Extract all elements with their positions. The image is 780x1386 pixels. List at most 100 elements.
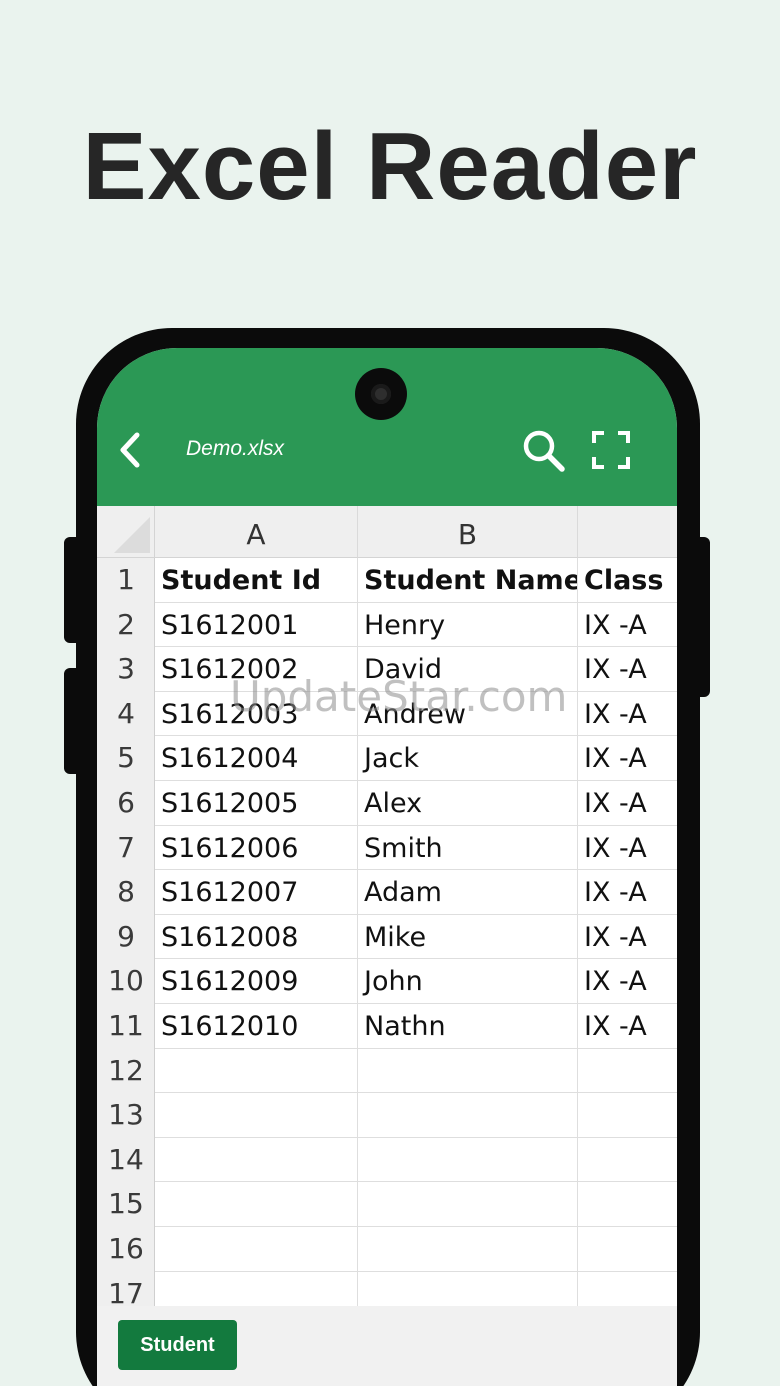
table-row: 9 S1612008 Mike IX -A bbox=[97, 914, 677, 960]
table-cell[interactable]: IX -A bbox=[578, 826, 677, 871]
table-row: 11 S1612010 Nathn IX -A bbox=[97, 1004, 677, 1049]
chevron-left-icon bbox=[120, 432, 140, 468]
table-cell[interactable] bbox=[358, 1093, 578, 1138]
row-number[interactable]: 9 bbox=[97, 915, 155, 960]
table-cell[interactable] bbox=[358, 1048, 578, 1094]
table-row: 1 Student Id Student Name Class bbox=[97, 558, 677, 603]
table-cell[interactable]: IX -A bbox=[578, 959, 677, 1004]
row-number[interactable]: 2 bbox=[97, 603, 155, 648]
table-row: 10 S1612009 John IX -A bbox=[97, 959, 677, 1004]
table-cell[interactable]: S1612008 bbox=[155, 914, 358, 960]
row-number[interactable]: 3 bbox=[97, 647, 155, 692]
sheet-tab-bar: Student bbox=[97, 1306, 677, 1386]
table-cell[interactable]: Alex bbox=[358, 781, 578, 826]
row-number[interactable]: 17 bbox=[97, 1272, 155, 1306]
table-cell[interactable] bbox=[155, 1137, 358, 1183]
row-number[interactable]: 4 bbox=[97, 692, 155, 737]
table-cell[interactable] bbox=[578, 1182, 677, 1227]
table-cell[interactable] bbox=[155, 1048, 358, 1094]
table-cell[interactable]: S1612001 bbox=[155, 602, 358, 648]
table-cell[interactable] bbox=[578, 1138, 677, 1183]
table-cell[interactable]: Student Id bbox=[155, 558, 358, 603]
row-number[interactable]: 1 bbox=[97, 558, 155, 603]
row-number[interactable]: 7 bbox=[97, 826, 155, 871]
table-cell[interactable] bbox=[155, 1093, 358, 1138]
table-row: 16 bbox=[97, 1227, 677, 1272]
app-bar: Demo.xlsx bbox=[97, 348, 677, 506]
table-cell[interactable]: S1612007 bbox=[155, 870, 358, 915]
table-cell[interactable] bbox=[358, 1271, 578, 1306]
column-header-c[interactable] bbox=[578, 506, 677, 558]
table-cell[interactable]: Andrew bbox=[358, 691, 578, 737]
fullscreen-icon bbox=[592, 431, 630, 469]
table-cell[interactable]: Jack bbox=[358, 736, 578, 781]
table-cell[interactable] bbox=[578, 1093, 677, 1138]
table-cell[interactable]: Class bbox=[578, 558, 677, 603]
sheet-tab-student[interactable]: Student bbox=[118, 1320, 237, 1370]
row-number[interactable]: 11 bbox=[97, 1004, 155, 1049]
table-row: 14 bbox=[97, 1137, 677, 1183]
row-number[interactable]: 14 bbox=[97, 1138, 155, 1183]
table-cell[interactable]: David bbox=[358, 647, 578, 692]
table-cell[interactable]: IX -A bbox=[578, 870, 677, 915]
row-number[interactable]: 12 bbox=[97, 1049, 155, 1094]
fullscreen-button[interactable] bbox=[591, 430, 631, 470]
file-name-title: Demo.xlsx bbox=[186, 437, 285, 460]
table-cell[interactable]: S1612003 bbox=[155, 691, 358, 737]
table-cell[interactable]: S1612006 bbox=[155, 825, 358, 871]
row-number[interactable]: 13 bbox=[97, 1093, 155, 1138]
table-cell[interactable] bbox=[358, 1227, 578, 1272]
row-number[interactable]: 16 bbox=[97, 1227, 155, 1272]
table-cell[interactable] bbox=[578, 1272, 677, 1306]
table-cell[interactable]: Smith bbox=[358, 825, 578, 871]
table-cell[interactable] bbox=[155, 1271, 358, 1306]
table-cell[interactable]: IX -A bbox=[578, 781, 677, 826]
search-icon bbox=[523, 430, 565, 472]
row-number[interactable]: 10 bbox=[97, 959, 155, 1004]
table-cell[interactable]: Nathn bbox=[358, 1004, 578, 1049]
row-number[interactable]: 6 bbox=[97, 781, 155, 826]
table-cell[interactable] bbox=[155, 1182, 358, 1227]
table-cell[interactable]: S1612004 bbox=[155, 736, 358, 781]
table-row: 15 bbox=[97, 1182, 677, 1227]
table-row: 5 S1612004 Jack IX -A bbox=[97, 736, 677, 781]
table-cell[interactable]: IX -A bbox=[578, 603, 677, 648]
table-cell[interactable] bbox=[155, 1227, 358, 1272]
table-cell[interactable] bbox=[358, 1137, 578, 1183]
table-cell[interactable]: IX -A bbox=[578, 1004, 677, 1049]
row-number[interactable]: 8 bbox=[97, 870, 155, 915]
table-cell[interactable]: S1612002 bbox=[155, 647, 358, 692]
back-button[interactable] bbox=[115, 430, 149, 470]
table-row: 8 S1612007 Adam IX -A bbox=[97, 870, 677, 915]
headline: Excel Reader bbox=[82, 113, 698, 220]
table-cell[interactable]: S1612005 bbox=[155, 781, 358, 826]
table-row: 4 S1612003 Andrew IX -A bbox=[97, 691, 677, 737]
table-row: 13 bbox=[97, 1093, 677, 1138]
table-cell[interactable]: John bbox=[358, 959, 578, 1004]
table-row: 7 S1612006 Smith IX -A bbox=[97, 825, 677, 871]
table-cell[interactable]: IX -A bbox=[578, 692, 677, 737]
table-cell[interactable]: Henry bbox=[358, 602, 578, 648]
table-cell[interactable]: Mike bbox=[358, 914, 578, 960]
row-number[interactable]: 15 bbox=[97, 1182, 155, 1227]
table-row: 12 bbox=[97, 1048, 677, 1094]
phone-screen: Demo.xlsx A B 1 Student Id Student Name Cla… bbox=[97, 348, 677, 1386]
spreadsheet-grid: A B 1 Student Id Student Name Class 2 S161200… bbox=[97, 506, 677, 1306]
table-cell[interactable]: S1612010 bbox=[155, 1004, 358, 1049]
table-row: 17 bbox=[97, 1271, 677, 1306]
table-cell[interactable] bbox=[578, 1227, 677, 1272]
table-cell[interactable]: S1612009 bbox=[155, 959, 358, 1004]
table-cell[interactable]: Student Name bbox=[358, 558, 578, 603]
table-cell[interactable]: IX -A bbox=[578, 647, 677, 692]
table-cell[interactable]: Adam bbox=[358, 870, 578, 915]
table-cell[interactable]: IX -A bbox=[578, 915, 677, 960]
column-header-a[interactable]: A bbox=[155, 506, 358, 558]
camera-icon bbox=[355, 368, 407, 420]
select-all-corner[interactable] bbox=[97, 506, 155, 558]
row-number[interactable]: 5 bbox=[97, 736, 155, 781]
table-cell[interactable] bbox=[358, 1182, 578, 1227]
table-cell[interactable] bbox=[578, 1049, 677, 1094]
table-cell[interactable]: IX -A bbox=[578, 736, 677, 781]
search-button[interactable] bbox=[521, 428, 567, 474]
column-header-b[interactable]: B bbox=[358, 506, 578, 558]
